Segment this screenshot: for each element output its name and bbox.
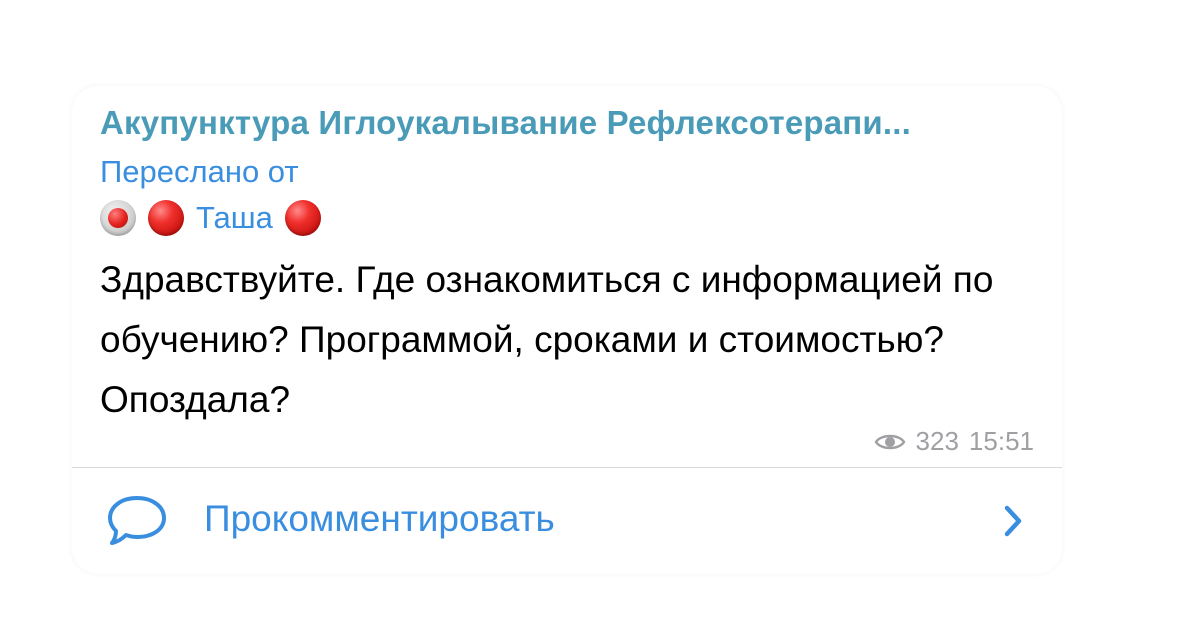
chevron-right-icon [1004,505,1022,537]
red-circle-emoji-icon [284,200,321,236]
red-circle-emoji-icon [148,200,184,236]
comment-button[interactable]: Прокомментировать [72,468,1062,574]
message-text: Здравствуйте. Где ознакомиться с информа… [100,259,994,420]
channel-post: Акупунктура Иглоукалывание Рефлексотерап… [72,86,1062,574]
message-time: 15:51 [968,426,1034,456]
screen: Акупунктура Иглоукалывание Рефлексотерап… [0,0,1200,642]
views-count: 323 [915,426,959,456]
speech-bubble-icon [108,496,166,545]
eye-icon [874,434,905,449]
forwarded-author[interactable]: Таша [100,196,321,240]
author-name: Таша [196,200,273,235]
channel-name[interactable]: Акупунктура Иглоукалывание Рефлексотерап… [100,104,911,142]
message-meta: 323 15:51 [874,426,1034,457]
comment-label: Прокомментировать [204,498,555,539]
forwarded-from-label: Переслано от [100,154,299,189]
radio-button-emoji-icon [100,200,136,236]
